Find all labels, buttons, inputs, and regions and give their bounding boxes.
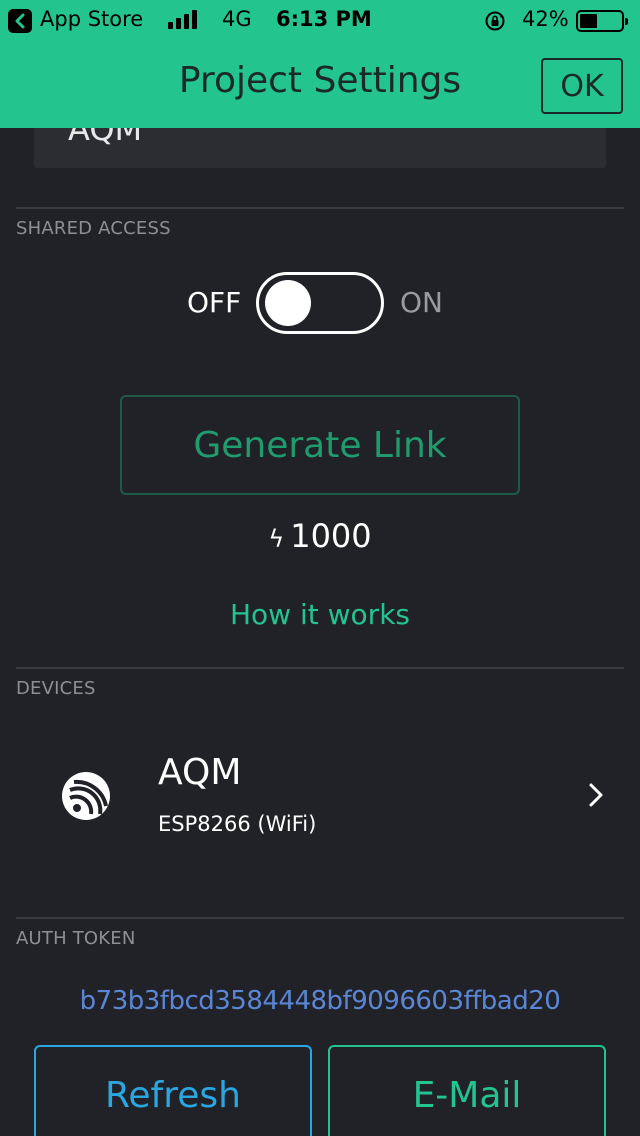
rotation-lock-icon: [484, 10, 506, 37]
device-type: ESP8266 (WiFi): [158, 812, 317, 836]
toggle-on-label: ON: [400, 286, 443, 319]
section-divider: [16, 917, 624, 919]
header-bar: App Store 4G 6:13 PM 42% Project Setting…: [0, 0, 640, 128]
toggle-off-label: OFF: [187, 286, 242, 319]
shared-access-label: SHARED ACCESS: [16, 218, 171, 239]
device-row[interactable]: AQM ESP8266 (WiFi): [0, 720, 640, 880]
generate-link-button[interactable]: Generate Link: [120, 395, 520, 495]
espressif-icon: [60, 770, 112, 822]
chevron-right-icon: [588, 782, 604, 812]
battery-icon: [576, 10, 628, 32]
email-button[interactable]: E-Mail: [328, 1045, 606, 1136]
back-arrow-icon[interactable]: [8, 9, 32, 33]
toggle-knob: [265, 280, 311, 326]
energy-cost: ϟ 1000: [0, 517, 640, 555]
how-it-works-link[interactable]: How it works: [0, 598, 640, 631]
devices-label: DEVICES: [16, 678, 96, 699]
signal-strength-icon: [168, 10, 197, 29]
clock: 6:13 PM: [276, 7, 372, 31]
device-name: AQM: [158, 752, 242, 793]
energy-bolt-icon: ϟ: [268, 525, 285, 553]
back-app-label[interactable]: App Store: [40, 7, 143, 31]
shared-access-toggle[interactable]: [256, 272, 384, 334]
auth-token-label: AUTH TOKEN: [16, 928, 136, 949]
battery-percent: 42%: [522, 7, 569, 31]
status-bar: App Store 4G 6:13 PM 42%: [0, 0, 640, 40]
section-divider: [16, 207, 624, 209]
ok-button[interactable]: OK: [541, 58, 623, 114]
energy-value: 1000: [290, 517, 372, 555]
auth-token-value[interactable]: b73b3fbcd3584448bf9096603ffbad20: [0, 986, 640, 1016]
refresh-button[interactable]: Refresh: [34, 1045, 312, 1136]
section-divider: [16, 667, 624, 669]
network-type: 4G: [222, 7, 252, 31]
